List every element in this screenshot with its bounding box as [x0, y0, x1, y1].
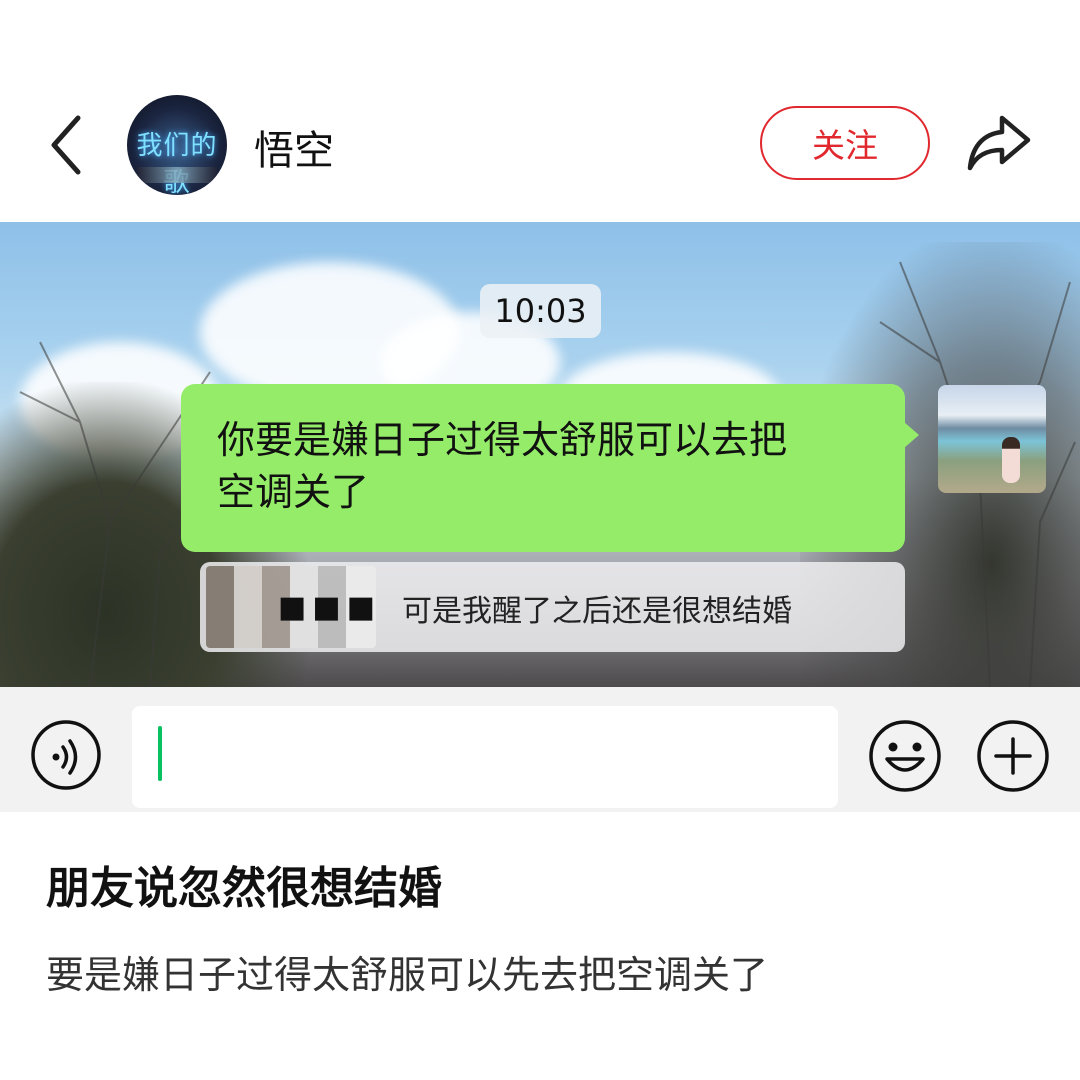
- post-body: 要是嫌日子过得太舒服可以先去把空调关了: [46, 953, 769, 997]
- input-toolbar: [0, 687, 1080, 812]
- avatar-text: 我们的歌: [136, 131, 218, 195]
- top-bar: 我们的歌 悟空 关注: [0, 0, 1080, 222]
- share-button[interactable]: [966, 112, 1032, 172]
- share-arrow-icon: [967, 115, 1031, 171]
- username[interactable]: 悟空: [254, 118, 334, 176]
- quoted-reply[interactable]: ■■■ 可是我醒了之后还是很想结婚: [200, 562, 905, 652]
- sender-name-redacted: ■■■: [278, 590, 382, 625]
- avatar-stage-decoration: [137, 167, 217, 183]
- post-title: 朋友说忽然很想结婚: [46, 863, 442, 914]
- plus-icon: [977, 720, 1049, 792]
- sender-avatar[interactable]: [938, 385, 1046, 493]
- follow-button[interactable]: 关注: [760, 106, 930, 180]
- text-caret: [158, 726, 162, 781]
- message-input[interactable]: [132, 706, 838, 808]
- chat-screenshot: 10:03 你要是嫌日子过得太舒服可以去把 空调关了 ■■■ 可是我醒了之后还是…: [0, 222, 1080, 687]
- chevron-left-icon: [51, 115, 81, 175]
- sent-message-line-1: 你要是嫌日子过得太舒服可以去把: [217, 418, 788, 462]
- voice-icon: [31, 720, 101, 790]
- emoji-icon: [869, 720, 941, 792]
- back-button[interactable]: [44, 112, 90, 178]
- more-button[interactable]: [976, 719, 1050, 793]
- emoji-button[interactable]: [868, 719, 942, 793]
- sent-message-bubble[interactable]: 你要是嫌日子过得太舒服可以去把 空调关了: [181, 384, 919, 552]
- chat-timestamp: 10:03: [480, 284, 601, 338]
- avatar-person: [1002, 437, 1020, 483]
- sent-message-line-2: 空调关了: [217, 470, 370, 514]
- mosaic-blur: ■■■: [206, 566, 376, 648]
- reply-text: 可是我醒了之后还是很想结婚: [402, 594, 792, 629]
- voice-button[interactable]: [30, 719, 102, 791]
- user-avatar[interactable]: 我们的歌: [127, 95, 227, 195]
